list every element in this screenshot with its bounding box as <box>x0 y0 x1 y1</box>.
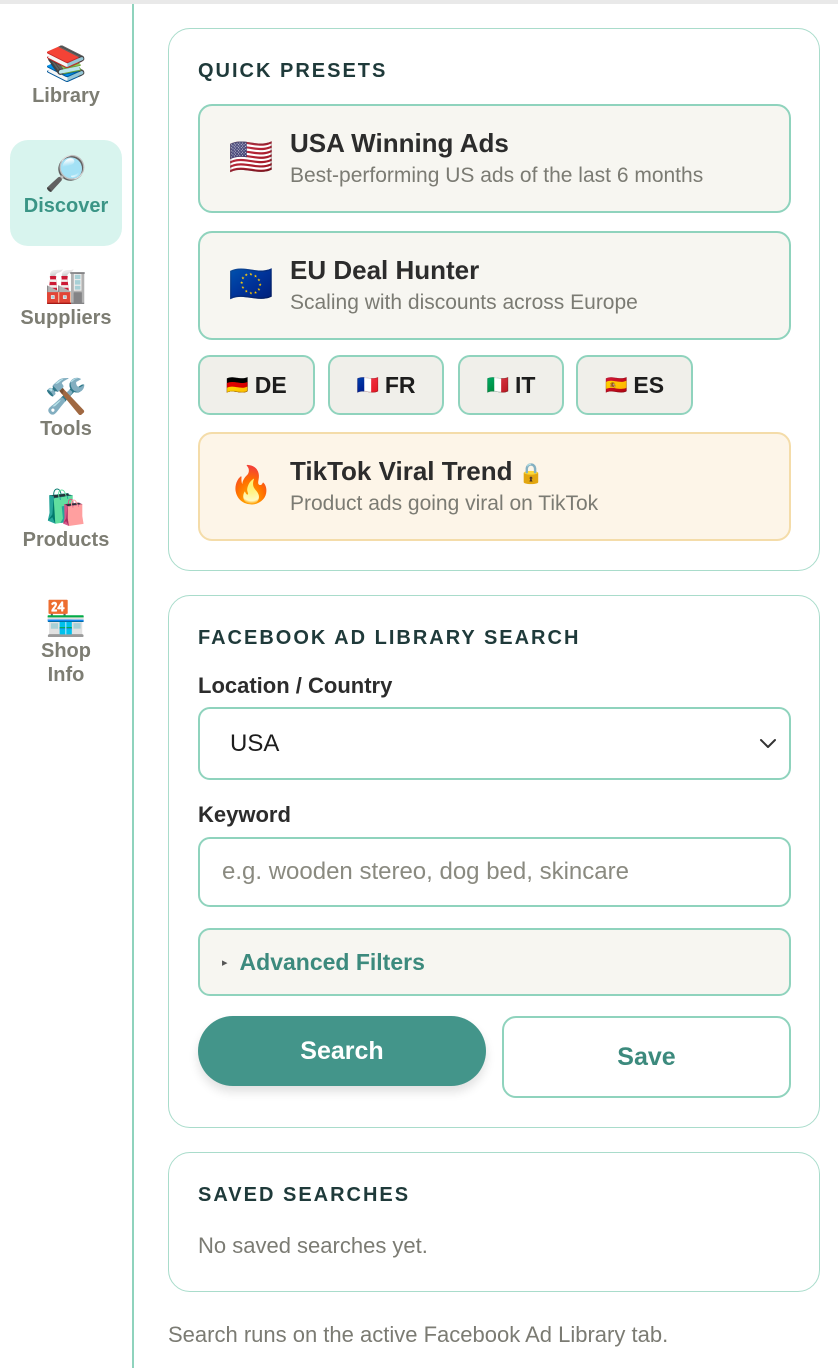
country-chip-fr[interactable]: 🇫🇷 FR <box>328 355 444 415</box>
magnifier-icon: 🔎 <box>44 154 88 194</box>
shopping-bags-icon: 🛍️ <box>44 488 88 528</box>
hammer-wrench-icon: 🛠️ <box>44 377 88 417</box>
save-button[interactable]: Save <box>502 1016 791 1098</box>
saved-searches-card: SAVED SEARCHES No saved searches yet. <box>168 1152 820 1292</box>
ad-library-search-card: FACEBOOK AD LIBRARY SEARCH Location / Co… <box>168 595 820 1128</box>
chevron-down-icon <box>760 739 776 748</box>
sidebar-item-shop-info[interactable]: 🏪 Shop Info <box>10 599 122 699</box>
preset-title: TikTok Viral Trend 🔒 <box>290 456 543 487</box>
country-chip-it[interactable]: 🇮🇹 IT <box>458 355 564 415</box>
preset-subtitle: Product ads going viral on TikTok <box>290 492 599 515</box>
sidebar-item-label: Discover <box>23 195 109 217</box>
lock-icon: 🔒 <box>518 461 544 485</box>
disclosure-triangle-icon: ▸ <box>222 955 228 969</box>
preset-tiktok-viral-trend[interactable]: 🔥 TikTok Viral Trend 🔒 Product ads going … <box>198 432 791 541</box>
sidebar-item-label: Library <box>32 85 100 107</box>
eu-flag-icon: 🇪🇺 <box>228 264 274 305</box>
search-button[interactable]: Search <box>198 1016 486 1086</box>
fr-flag-icon: 🇫🇷 <box>356 374 379 396</box>
sidebar-item-products[interactable]: 🛍️ Products <box>10 488 122 568</box>
sidebar-item-label: Shop Info <box>41 640 91 686</box>
sidebar: 📚 Library 🔎 Discover 🏭 Suppliers 🛠️ Tool… <box>0 4 134 1368</box>
chip-label: IT <box>514 371 536 398</box>
books-icon: 📚 <box>44 44 88 84</box>
es-flag-icon: 🇪🇸 <box>604 374 628 396</box>
section-title: SAVED SEARCHES <box>198 1184 411 1206</box>
sidebar-item-label: Tools <box>40 418 92 440</box>
sidebar-item-label: Suppliers <box>20 307 112 329</box>
preset-title: USA Winning Ads <box>290 128 509 158</box>
preset-subtitle: Scaling with discounts across Europe <box>290 291 638 314</box>
sidebar-item-library[interactable]: 📚 Library <box>10 44 122 124</box>
section-title: QUICK PRESETS <box>198 60 388 82</box>
preset-subtitle: Best-performing US ads of the last 6 mon… <box>290 164 704 187</box>
location-select[interactable]: USA <box>198 707 791 780</box>
factory-icon: 🏭 <box>44 266 88 306</box>
preset-title: EU Deal Hunter <box>290 255 480 285</box>
country-chip-es[interactable]: 🇪🇸 ES <box>576 355 693 415</box>
chip-label: FR <box>384 371 416 398</box>
it-flag-icon: 🇮🇹 <box>486 374 509 396</box>
keyword-label: Keyword <box>198 802 291 827</box>
country-chip-de[interactable]: 🇩🇪 DE <box>198 355 315 415</box>
preset-eu-deal-hunter[interactable]: 🇪🇺 EU Deal Hunter Scaling with discounts… <box>198 231 791 340</box>
sidebar-item-discover[interactable]: 🔎 Discover <box>10 140 122 246</box>
preset-usa-winning-ads[interactable]: 🇺🇸 USA Winning Ads Best-performing US ad… <box>198 104 791 213</box>
preset-title-text: TikTok Viral Trend <box>290 456 513 486</box>
saved-searches-empty: No saved searches yet. <box>198 1233 428 1258</box>
sidebar-item-tools[interactable]: 🛠️ Tools <box>10 377 122 457</box>
chip-label: ES <box>633 371 665 398</box>
quick-presets-card: QUICK PRESETS 🇺🇸 USA Winning Ads Best-pe… <box>168 28 820 571</box>
location-value: USA <box>230 729 280 757</box>
de-flag-icon: 🇩🇪 <box>226 374 249 396</box>
location-label: Location / Country <box>198 673 393 698</box>
sidebar-item-suppliers[interactable]: 🏭 Suppliers <box>10 266 122 346</box>
sidebar-item-label: Products <box>22 529 110 551</box>
fire-icon: 🔥 <box>228 465 274 506</box>
chip-label: DE <box>254 371 287 398</box>
advanced-filters-label: Advanced Filters <box>239 948 425 975</box>
footer-note: Search runs on the active Facebook Ad Li… <box>168 1322 669 1347</box>
keyword-input[interactable] <box>198 837 791 907</box>
section-title: FACEBOOK AD LIBRARY SEARCH <box>198 627 581 649</box>
advanced-filters-toggle[interactable]: ▸ Advanced Filters <box>198 928 791 996</box>
us-flag-icon: 🇺🇸 <box>228 137 274 178</box>
convenience-store-icon: 🏪 <box>44 599 88 639</box>
